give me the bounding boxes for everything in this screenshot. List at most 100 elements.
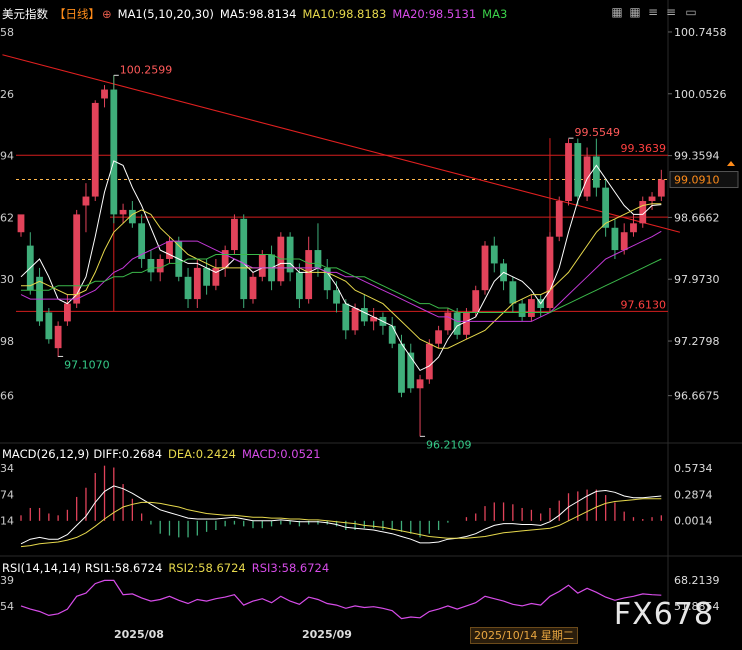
macd-dea-value: DEA:0.2424 (168, 447, 236, 461)
left-tick-label: 58 (0, 26, 14, 39)
rsi-line (20, 579, 662, 620)
left-tick-label: 74 (0, 488, 14, 501)
left-tick-label: 94 (0, 150, 14, 163)
candle-body (231, 218, 238, 251)
candle-body (481, 245, 489, 291)
ma10-value: MA10:98.8183 (302, 7, 387, 21)
candle-body (296, 272, 303, 300)
candle-body (212, 267, 220, 286)
candle-body (351, 308, 359, 331)
candle-body (203, 267, 210, 286)
ma20-value: MA20:98.5131 (392, 7, 477, 21)
x-axis-label: 2025/08 (114, 628, 164, 641)
candle-body (64, 303, 71, 322)
macd-param-label: MACD(26,12,9) (2, 447, 90, 461)
macd-header: MACD(26,12,9) DIFF:0.2684 DEA:0.2424 MACD:0… (2, 445, 327, 463)
main-chart-header: 美元指数 【日线】 ⊕ MA1(5,10,20,30) MA5:98.8134 MA10:… (2, 5, 513, 23)
current-price-label: 99.0910 (674, 174, 720, 187)
candle-body (657, 179, 665, 197)
candle-body (184, 276, 192, 300)
macd-value: MACD:0.0521 (241, 447, 321, 461)
candle-body (444, 312, 452, 331)
candle-body (101, 89, 108, 99)
price-tick-label: 97.2798 (674, 335, 720, 348)
candle-body (611, 227, 619, 251)
candle-body (147, 258, 155, 273)
ma-line-ma30 (21, 254, 662, 313)
candle-body (82, 196, 90, 206)
price-tick-label: 98.6662 (674, 211, 720, 224)
candle-body (472, 290, 480, 313)
grid-icon[interactable]: ▦ (628, 5, 642, 19)
menu-icon[interactable]: ≡ (646, 5, 660, 19)
candle-body (528, 299, 535, 317)
candle-body (509, 281, 517, 304)
candle-body (249, 276, 257, 300)
candle-body (156, 258, 164, 273)
candle-body (45, 312, 53, 340)
candle-body (574, 143, 582, 197)
candle-body (342, 303, 350, 331)
symbol-name: 美元指数 (2, 7, 48, 21)
annotation-label: 99.5549 (575, 126, 621, 139)
candle-body (518, 303, 526, 317)
left-tick-label: 62 (0, 211, 14, 224)
candle-body (305, 250, 313, 300)
candle-body (490, 245, 498, 264)
annotation-label: 97.1070 (64, 358, 110, 371)
candle-body (630, 223, 637, 233)
macd-tick-label: 0.2874 (674, 488, 713, 501)
price-tick-label: 96.6675 (674, 390, 720, 403)
chart-canvas[interactable]: 100.7458 100.0526 99.3594 98.6662 97.9730 97.… (0, 0, 742, 650)
left-tick-label: 26 (0, 88, 14, 101)
left-tick-label: 34 (0, 462, 14, 475)
rsi-param-label: RSI(14,14,14) (2, 561, 81, 575)
candle-body (555, 201, 563, 237)
level-label: 99.3639 (621, 142, 667, 155)
candle-body (286, 236, 294, 273)
rsi-tick-label: 68.2139 (674, 574, 720, 587)
candle-body (166, 241, 173, 259)
candle-body (546, 236, 554, 309)
ma5-value: MA5:98.8134 (219, 7, 297, 21)
alert-marker-icon (727, 161, 735, 166)
rsi-header: RSI(14,14,14) RSI1:58.6724 RSI2:58.6724 RSI… (2, 559, 335, 577)
candle-body (193, 267, 201, 300)
macd-diff-line (20, 485, 662, 545)
watermark-logo: FX678 (613, 597, 714, 632)
candle-body (398, 343, 405, 393)
candle-body (258, 254, 266, 277)
macd-tick-label: 0.5734 (674, 462, 713, 475)
left-tick-label: 14 (0, 515, 14, 528)
period-label[interactable]: 【日线】 (54, 7, 100, 21)
minimize-icon[interactable]: ▭ (684, 5, 698, 19)
candle-body (333, 290, 340, 304)
candle-body (648, 196, 656, 202)
ma30-value: MA3 (482, 7, 508, 21)
rsi1-value: RSI1:58.6724 (84, 561, 163, 575)
candle-body (407, 352, 415, 389)
price-tick-label: 100.0526 (674, 88, 727, 101)
macd-tick-label: 0.0014 (674, 515, 713, 528)
left-tick-label: 66 (0, 390, 14, 403)
price-tick-label: 99.3594 (674, 150, 720, 163)
annotation-label: 100.2599 (120, 63, 173, 76)
left-tick-label: 30 (0, 273, 14, 286)
candle-body (425, 343, 433, 380)
target-icon[interactable]: ⊕ (102, 7, 112, 21)
candle-body (565, 143, 572, 202)
level-label: 97.6130 (621, 298, 667, 311)
rsi2-value: RSI2:58.6724 (168, 561, 246, 575)
price-tick-label: 100.7458 (674, 26, 727, 39)
ma-line-ma10 (21, 203, 662, 349)
macd-diff-value: DIFF:0.2684 (93, 447, 163, 461)
price-tick-label: 97.9730 (674, 273, 720, 286)
candle-body (360, 308, 368, 322)
annotation-label: 96.2109 (426, 438, 472, 451)
candle-body (416, 379, 424, 389)
grid-icon[interactable]: ▦ (610, 5, 624, 19)
crosshair-date-badge: 2025/10/14 星期二 (470, 627, 578, 644)
menu-icon[interactable]: ≡ (664, 5, 678, 19)
candle-body (620, 232, 628, 251)
ma-param-label: MA1(5,10,20,30) (117, 7, 214, 21)
